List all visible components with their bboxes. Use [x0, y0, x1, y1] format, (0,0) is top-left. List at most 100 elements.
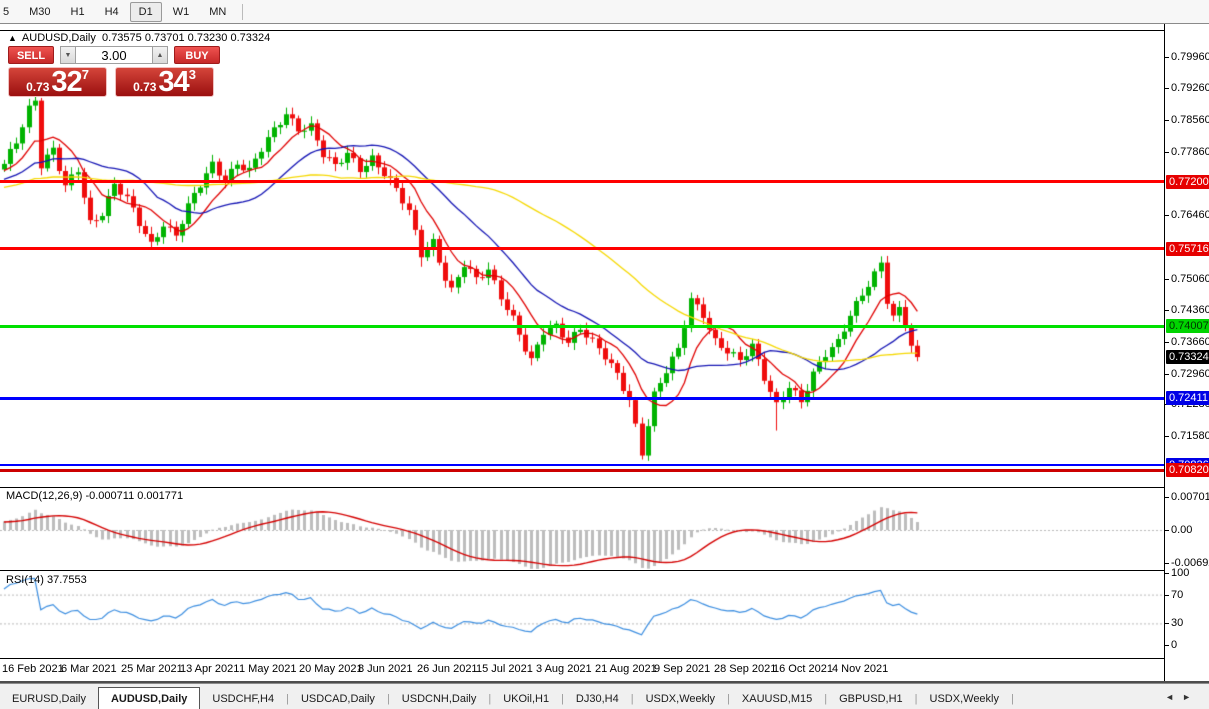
tabs-scroll-right-icon[interactable]: ► [1182, 692, 1199, 702]
price-tick [1165, 152, 1169, 153]
tab-usdcad-daily[interactable]: USDCAD,Daily [289, 689, 387, 709]
timeframe-button-5[interactable]: 5 [0, 2, 18, 22]
chart-frame-top [0, 30, 1209, 31]
level-price-badge-pivot-green: 0.74007 [1166, 319, 1209, 333]
date-tick-label: 26 Jun 2021 [417, 663, 478, 675]
rsi-tick [1165, 595, 1169, 596]
level-line-pivot-green[interactable] [0, 325, 1164, 328]
sell-price-box[interactable]: 0.73 32 7 [8, 67, 107, 97]
date-tick-label: 13 Apr 2021 [180, 663, 240, 675]
volume-input[interactable] [76, 46, 152, 64]
level-price-badge-support-red-low: 0.70820 [1166, 463, 1209, 477]
date-axis-separator [0, 658, 1209, 659]
level-line-resistance-2[interactable] [0, 247, 1164, 250]
chart-symbol-label: AUDUSD,Daily [21, 32, 96, 44]
timeframe-toolbar: 5 M30 H1 H4 D1 W1 MN [0, 0, 1209, 24]
tab-audusd-daily[interactable]: AUDUSD,Daily [97, 687, 201, 709]
buy-price-box[interactable]: 0.73 34 3 [115, 67, 214, 97]
tab-usdcnh-daily[interactable]: USDCNH,Daily [390, 689, 489, 709]
price-tick-label: 0.71580 [1171, 430, 1209, 442]
timeframe-button-h1[interactable]: H1 [62, 2, 94, 22]
price-tick-label: 0.73660 [1171, 336, 1209, 348]
tab-divider: | [1011, 693, 1014, 705]
price-tick [1165, 279, 1169, 280]
price-tick-label: 0.72960 [1171, 368, 1209, 380]
macd-tick [1165, 530, 1169, 531]
level-price-badge-support-blue: 0.72411 [1166, 391, 1209, 405]
price-tick [1165, 436, 1169, 437]
rsi-tick-label: 100 [1171, 567, 1190, 579]
sell-price-prefix: 0.73 [26, 80, 50, 94]
tab-usdx-weekly[interactable]: USDX,Weekly [634, 689, 727, 709]
rsi-label: RSI(14) 37.7553 [6, 574, 87, 586]
timeframe-button-mn[interactable]: MN [200, 2, 235, 22]
timeframe-button-m30[interactable]: M30 [20, 2, 59, 22]
date-tick-label: 9 Sep 2021 [654, 663, 711, 675]
date-tick-label: 8 Jun 2021 [358, 663, 413, 675]
toolbar-separator [242, 3, 244, 20]
chart-ohlc-values: 0.73575 0.73701 0.73230 0.73324 [102, 32, 271, 44]
price-axis[interactable]: 0.79960 0.79260 0.78560 0.77860 0.76460 0.750… [1164, 24, 1209, 681]
buy-price-main: 34 [158, 66, 189, 98]
price-tick [1165, 342, 1169, 343]
trading-app: 5 M30 H1 H4 D1 W1 MN ▲ AUDUSD,Daily 0.73575 0.7… [0, 0, 1209, 709]
rsi-tick-label: 30 [1171, 617, 1184, 629]
level-line-support-red-low[interactable] [0, 469, 1164, 472]
buy-price-pip: 3 [188, 67, 196, 82]
tab-eurusd-daily[interactable]: EURUSD,Daily [0, 689, 98, 709]
sell-price-main: 32 [51, 66, 82, 98]
price-tick-label: 0.78560 [1171, 114, 1209, 126]
macd-tick-label: 0.007015 [1171, 491, 1209, 503]
tab-scroll-arrows[interactable]: ◄► [1165, 692, 1199, 702]
chart-title: ▲ AUDUSD,Daily 0.73575 0.73701 0.73230 0.… [8, 32, 270, 44]
timeframe-button-w1[interactable]: W1 [164, 2, 199, 22]
price-tick-label: 0.79260 [1171, 82, 1209, 94]
date-tick-label: 3 Aug 2021 [536, 663, 592, 675]
sell-button[interactable]: SELL [8, 46, 54, 64]
price-tick [1165, 374, 1169, 375]
level-price-badge-resistance-1: 0.77200 [1166, 175, 1209, 189]
level-line-support-blue[interactable] [0, 397, 1164, 400]
sell-price-pip: 7 [81, 67, 89, 82]
price-tick [1165, 120, 1169, 121]
rsi-tick-label: 70 [1171, 589, 1184, 601]
volume-increase-icon[interactable]: ▲ [152, 46, 168, 64]
price-tick [1165, 57, 1169, 58]
date-tick-label: 20 May 2021 [299, 663, 363, 675]
date-tick-label: 16 Oct 2021 [773, 663, 833, 675]
timeframe-button-h4[interactable]: H4 [96, 2, 128, 22]
macd-tick [1165, 497, 1169, 498]
tab-usdchf-h4[interactable]: USDCHF,H4 [200, 689, 286, 709]
buy-button[interactable]: BUY [174, 46, 220, 64]
price-tick-label: 0.79960 [1171, 51, 1209, 63]
rsi-tick [1165, 573, 1169, 574]
price-tick [1165, 215, 1169, 216]
tab-xauusd-m15[interactable]: XAUUSD,M15 [730, 689, 824, 709]
date-tick-label: 6 Mar 2021 [61, 663, 117, 675]
date-tick-label: 28 Sep 2021 [714, 663, 777, 675]
level-line-resistance-1[interactable] [0, 180, 1164, 183]
tab-dj30-h4[interactable]: DJ30,H4 [564, 689, 631, 709]
date-tick-label: 4 Nov 2021 [832, 663, 889, 675]
date-tick-label: 1 May 2021 [239, 663, 297, 675]
level-line-support-blue-low[interactable] [0, 464, 1164, 466]
date-tick-label: 25 Mar 2021 [121, 663, 183, 675]
collapse-panel-icon[interactable]: ▲ [8, 33, 17, 43]
tab-ukoil-h1[interactable]: UKOil,H1 [491, 689, 561, 709]
volume-decrease-icon[interactable]: ▼ [60, 46, 76, 64]
tab-usdx-weekly[interactable]: USDX,Weekly [918, 689, 1011, 709]
date-tick-label: 21 Aug 2021 [595, 663, 657, 675]
macd-tick [1165, 563, 1169, 564]
chart-tab-bar: EURUSD,Daily AUDUSD,Daily USDCHF,H4 | USDCAD… [0, 683, 1209, 709]
tab-gbpusd-h1[interactable]: GBPUSD,H1 [827, 689, 915, 709]
rsi-tick [1165, 623, 1169, 624]
tabs-scroll-left-icon[interactable]: ◄ [1165, 692, 1182, 702]
macd-label: MACD(12,26,9) -0.000711 0.001771 [6, 490, 184, 502]
date-tick-label: 15 Jul 2021 [476, 663, 533, 675]
macd-pane-separator[interactable] [0, 487, 1209, 488]
rsi-pane-separator[interactable] [0, 570, 1209, 571]
price-chart-canvas[interactable] [0, 24, 1164, 683]
price-tick-label: 0.74360 [1171, 304, 1209, 316]
price-tick-label: 0.77860 [1171, 146, 1209, 158]
timeframe-button-d1[interactable]: D1 [129, 1, 162, 22]
